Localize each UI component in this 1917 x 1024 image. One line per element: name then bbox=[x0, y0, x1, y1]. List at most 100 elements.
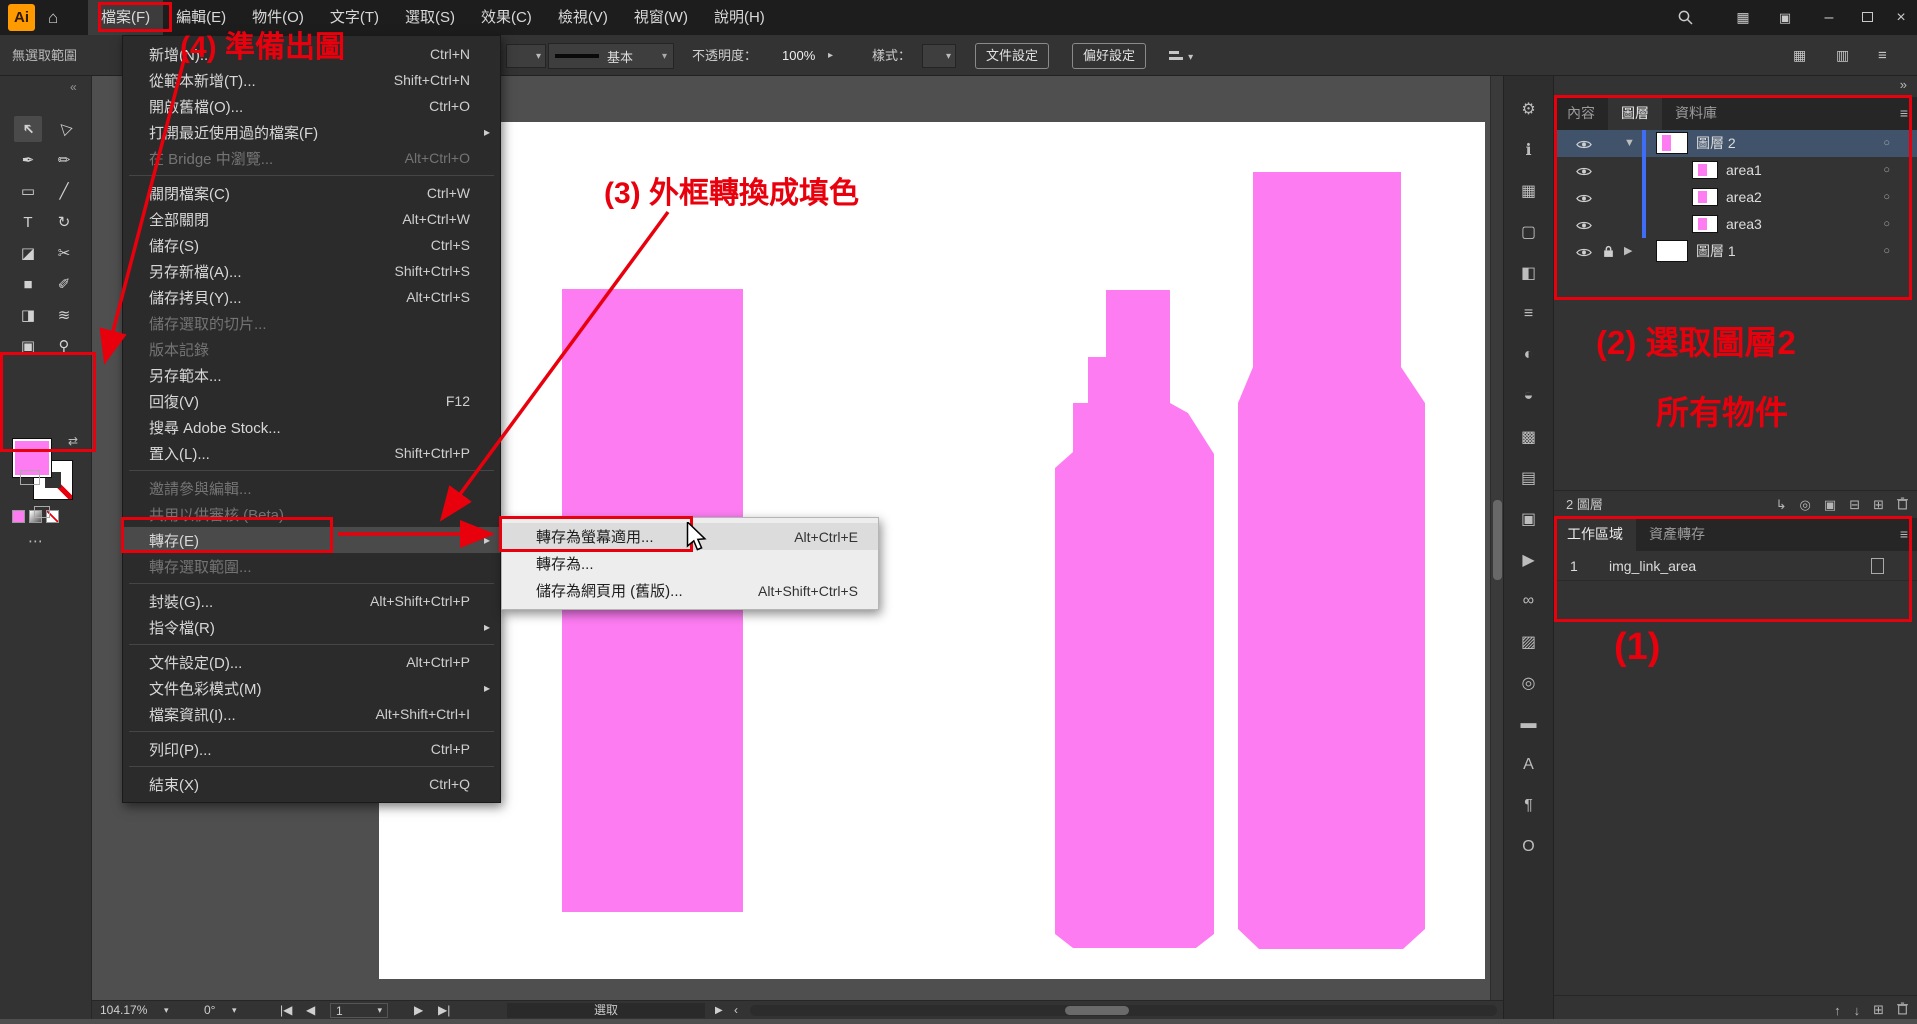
minimize-button[interactable]: – bbox=[1812, 0, 1846, 35]
gradient-panel-icon[interactable]: ◐ bbox=[1504, 334, 1553, 375]
file-menu-item[interactable]: 儲存選取的切片... ▸ bbox=[123, 310, 500, 336]
menubar-item[interactable]: 視窗(W) bbox=[621, 0, 701, 35]
artboard-page-icon[interactable] bbox=[1871, 558, 1884, 574]
file-menu-item[interactable]: 新增(N)... Ctrl+N ▸ bbox=[123, 41, 500, 67]
delete-layer-icon[interactable] bbox=[1897, 497, 1908, 513]
horizontal-scrollbar[interactable] bbox=[750, 1005, 1497, 1016]
symbol-sprayer-tool[interactable]: ≋ bbox=[50, 302, 78, 328]
rotation-value[interactable]: 0° bbox=[204, 1001, 215, 1020]
selection-tool[interactable]: ➔ bbox=[14, 116, 42, 142]
collapse-panels-icon[interactable]: » bbox=[1900, 77, 1907, 92]
new-sublayer-icon[interactable]: ⊟ bbox=[1849, 497, 1860, 513]
panel-tab[interactable]: 圖層 bbox=[1608, 97, 1662, 130]
vertical-scrollbar[interactable] bbox=[1490, 76, 1503, 1000]
layer-row[interactable]: ▼ ▶ area3 ○ bbox=[1554, 211, 1917, 238]
brushes-panel-icon[interactable]: ◎ bbox=[1504, 662, 1553, 703]
opentype-panel-icon[interactable]: O bbox=[1504, 826, 1553, 867]
file-menu-item[interactable]: 另存範本... ▸ bbox=[123, 362, 500, 388]
file-menu-item[interactable]: 開啟舊檔(O)... Ctrl+O ▸ bbox=[123, 93, 500, 119]
export-submenu-item[interactable]: 轉存為... bbox=[502, 550, 878, 577]
play-icon[interactable]: ▶ bbox=[715, 1001, 723, 1020]
artboard-row[interactable]: 1 img_link_area bbox=[1554, 551, 1917, 581]
visibility-eye-icon[interactable] bbox=[1576, 218, 1592, 236]
file-menu-item[interactable]: 結束(X) Ctrl+Q ▸ bbox=[123, 771, 500, 797]
chevron-down-icon[interactable]: ▾ bbox=[164, 1001, 169, 1020]
transform-panel-icon[interactable]: ▦ bbox=[1504, 170, 1553, 211]
file-menu-item[interactable]: 置入(L)... Shift+Ctrl+P ▸ bbox=[123, 440, 500, 466]
collect-for-export-icon[interactable]: ↳ bbox=[1776, 497, 1787, 513]
visibility-eye-icon[interactable] bbox=[1576, 245, 1592, 263]
layer-thumbnail[interactable] bbox=[1692, 188, 1718, 206]
layer-thumbnail[interactable] bbox=[1692, 161, 1718, 179]
menubar-item[interactable]: 編輯(E) bbox=[163, 0, 239, 35]
file-menu-item[interactable]: 檔案資訊(I)... Alt+Shift+Ctrl+I ▸ bbox=[123, 701, 500, 727]
layer-row[interactable]: ▼ ▶ 圖層 2 ○ bbox=[1554, 130, 1917, 157]
pathfinder-panel-icon[interactable]: ◧ bbox=[1504, 252, 1553, 293]
file-menu-item[interactable]: 儲存(S) Ctrl+S ▸ bbox=[123, 232, 500, 258]
scissors-tool[interactable]: ✂ bbox=[50, 240, 78, 266]
last-artboard-icon[interactable]: ▶| bbox=[438, 1001, 450, 1020]
next-artboard-icon[interactable]: ▶ bbox=[414, 1001, 423, 1020]
type-tool[interactable]: T bbox=[14, 209, 42, 235]
pink-shape-bottle-large[interactable] bbox=[1238, 172, 1425, 949]
panel-menu-icon[interactable]: ≡ bbox=[1878, 35, 1887, 76]
file-menu-item[interactable]: 在 Bridge 中瀏覽... Alt+Ctrl+O ▸ bbox=[123, 145, 500, 171]
make-mask-icon[interactable]: ▣ bbox=[1824, 497, 1836, 513]
menubar-item[interactable]: 說明(H) bbox=[701, 0, 778, 35]
zoom-level[interactable]: 104.17% bbox=[100, 1001, 147, 1020]
collapse-icon[interactable]: ‹ bbox=[734, 1001, 738, 1020]
artboard-name[interactable]: img_link_area bbox=[1609, 551, 1696, 581]
opacity-value[interactable]: 100% bbox=[782, 35, 815, 76]
layer-row[interactable]: ▼ ▶ area2 ○ bbox=[1554, 184, 1917, 211]
chevron-down-icon[interactable]: ▼ bbox=[1624, 130, 1635, 157]
menubar-item[interactable]: 檔案(F) bbox=[88, 0, 163, 35]
eyedropper-tool[interactable]: ✐ bbox=[50, 271, 78, 297]
rectangle-tool[interactable]: ▭ bbox=[14, 178, 42, 204]
stroke-color-dropdown[interactable]: ▾ bbox=[506, 44, 546, 68]
links-panel-icon[interactable]: ∞ bbox=[1504, 580, 1553, 621]
file-menu-item[interactable]: 文件色彩模式(M) ▸ bbox=[123, 675, 500, 701]
transparency-panel-icon[interactable]: ◒ bbox=[1504, 375, 1553, 416]
file-menu-item[interactable]: 另存新檔(A)... Shift+Ctrl+S ▸ bbox=[123, 258, 500, 284]
properties-gear-icon[interactable]: ⚙ bbox=[1504, 88, 1553, 129]
visibility-eye-icon[interactable] bbox=[1576, 137, 1592, 155]
prev-artboard-icon[interactable]: ◀ bbox=[306, 1001, 315, 1020]
panel-tab[interactable]: 資產轉存 bbox=[1636, 518, 1718, 551]
draw-mode-icon[interactable] bbox=[20, 470, 40, 485]
layer-row[interactable]: ▼ ▶ 圖層 1 ○ bbox=[1554, 238, 1917, 265]
grid-view-icon[interactable]: ▦ bbox=[1793, 35, 1806, 76]
first-artboard-icon[interactable]: |◀ bbox=[280, 1001, 292, 1020]
align-options-icon[interactable]: ▾ bbox=[1168, 35, 1193, 78]
artboard-navigation-box[interactable]: 1 ▾ bbox=[330, 1003, 388, 1018]
eraser-tool[interactable]: ◪ bbox=[14, 240, 42, 266]
artboards-panel-icon[interactable]: ▢ bbox=[1504, 211, 1553, 252]
actions-panel-icon[interactable]: ▶ bbox=[1504, 539, 1553, 580]
columns-view-icon[interactable]: ▥ bbox=[1836, 35, 1849, 76]
layer-row[interactable]: ▼ ▶ area1 ○ bbox=[1554, 157, 1917, 184]
line-tool[interactable]: ╱ bbox=[50, 178, 78, 204]
shape-builder-tool[interactable]: ◨ bbox=[14, 302, 42, 328]
stroke-profile-dropdown[interactable]: 基本 ▾ bbox=[548, 43, 674, 69]
export-submenu-item[interactable]: 儲存為網頁用 (舊版)... Alt+Shift+Ctrl+S bbox=[502, 577, 878, 604]
appearance-panel-icon[interactable]: ▤ bbox=[1504, 457, 1553, 498]
file-menu-item[interactable]: 指令檔(R) ▸ bbox=[123, 614, 500, 640]
file-menu-item[interactable]: 儲存拷貝(Y)... Alt+Ctrl+S ▸ bbox=[123, 284, 500, 310]
lock-icon[interactable] bbox=[1603, 245, 1614, 263]
move-up-icon[interactable]: ↑ bbox=[1834, 1003, 1841, 1018]
panel-menu-icon[interactable]: ≡ bbox=[1900, 97, 1917, 130]
chevron-right-icon[interactable]: ▶ bbox=[1624, 238, 1632, 265]
workspace-switcher-icon[interactable]: ▦ bbox=[1726, 0, 1760, 35]
visibility-eye-icon[interactable] bbox=[1576, 191, 1592, 209]
new-layer-icon[interactable]: ⊞ bbox=[1873, 497, 1884, 513]
menubar-item[interactable]: 物件(O) bbox=[239, 0, 317, 35]
flattener-panel-icon[interactable]: ▬ bbox=[1504, 703, 1553, 744]
layer-name[interactable]: 圖層 2 bbox=[1696, 130, 1736, 157]
locate-object-icon[interactable]: ◎ bbox=[1800, 497, 1811, 513]
panel-tab[interactable]: 資料庫 bbox=[1662, 97, 1730, 130]
menubar-item[interactable]: 檢視(V) bbox=[545, 0, 621, 35]
file-menu-item[interactable]: 全部關閉 Alt+Ctrl+W ▸ bbox=[123, 206, 500, 232]
preferences-button[interactable]: 偏好設定 bbox=[1072, 43, 1146, 69]
layer-name[interactable]: area1 bbox=[1726, 157, 1762, 184]
pattern-panel-icon[interactable]: ▩ bbox=[1504, 416, 1553, 457]
artboard-tool[interactable]: ▣ bbox=[14, 333, 42, 359]
